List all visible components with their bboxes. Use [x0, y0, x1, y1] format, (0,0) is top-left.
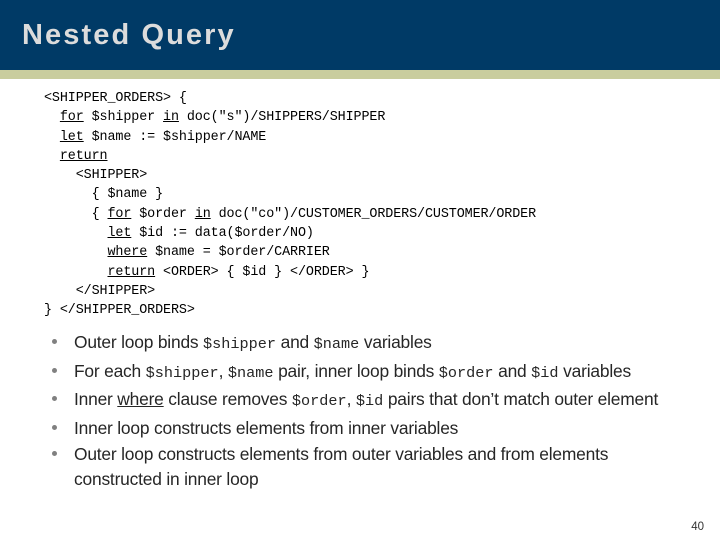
inline-text: variables — [359, 332, 432, 352]
header-accent-stripe — [0, 70, 720, 79]
inline-variable: $id — [531, 363, 559, 382]
code-text: <SHIPPER> — [44, 168, 148, 184]
code-text: } </SHIPPER_ORDERS> — [44, 303, 195, 319]
list-item: Outer loop constructs elements from oute… — [44, 442, 674, 491]
code-text: doc("co")/CUSTOMER_ORDERS/CUSTOMER/ORDER — [210, 206, 537, 222]
code-line: return <ORDER> { $id } </ORDER> } — [44, 263, 536, 282]
code-text: <SHIPPER_ORDERS> { — [44, 91, 187, 106]
inline-text: Outer loop binds — [74, 332, 204, 352]
code-line: let $id := data($order/NO) — [44, 224, 536, 243]
code-line: let $name := $shipper/NAME — [44, 128, 536, 147]
inline-text: clause removes — [163, 389, 292, 410]
inline-variable: $name — [313, 335, 360, 353]
code-line: <SHIPPER> — [44, 166, 536, 185]
code-text: $name := $shipper/NAME — [83, 129, 267, 145]
code-text: $id := data($order/NO) — [131, 226, 314, 242]
code-keyword: return — [107, 264, 156, 280]
code-keyword: for — [107, 206, 132, 222]
inline-text: pairs that don’t match outer element — [383, 389, 659, 410]
code-keyword: where — [107, 245, 148, 261]
bullet-dot-icon — [44, 442, 74, 457]
page-title: Nested Query — [22, 19, 236, 51]
code-text: $order — [131, 206, 195, 222]
bullet-dot-icon — [44, 387, 74, 402]
page-number: 40 — [691, 521, 704, 533]
list-item: Inner where clause removes $order, $id p… — [44, 387, 674, 414]
inline-variable: $order — [291, 392, 347, 411]
inline-variable: $name — [227, 363, 274, 382]
code-line: } </SHIPPER_ORDERS> — [44, 301, 536, 320]
inline-variable: $shipper — [203, 335, 276, 353]
code-line: where $name = $order/CARRIER — [44, 243, 536, 262]
list-item-label: Inner where clause removes $order, $id p… — [74, 387, 674, 414]
code-keyword: in — [163, 110, 179, 126]
code-line: return — [44, 147, 536, 166]
code-text: $name = $order/CARRIER — [147, 245, 330, 261]
inline-text: Inner — [74, 389, 118, 410]
inline-text: Inner loop constructs elements from inne… — [74, 417, 459, 438]
list-item: Outer loop binds $shipper and $name vari… — [44, 330, 674, 357]
code-text: doc("s")/SHIPPERS/SHIPPER — [178, 110, 386, 126]
code-line: { $name } — [44, 185, 536, 204]
bullet-dot-icon — [44, 359, 74, 373]
bullet-dot-icon — [44, 330, 74, 344]
code-line: </SHIPPER> — [44, 282, 536, 301]
code-keyword: return — [59, 148, 108, 164]
code-keyword: for — [59, 110, 84, 126]
code-keyword: in — [194, 206, 211, 222]
code-block: <SHIPPER_ORDERS> { for $shipper in doc("… — [44, 89, 536, 321]
code-keyword: let — [107, 226, 132, 242]
inline-text: For each — [74, 360, 146, 381]
list-item-label: Outer loop binds $shipper and $name vari… — [74, 330, 674, 357]
inline-text: Outer loop constructs elements from oute… — [74, 444, 609, 489]
code-line: <SHIPPER_ORDERS> { — [44, 89, 536, 108]
list-item: Inner loop constructs elements from inne… — [44, 416, 674, 441]
inline-variable: $shipper — [145, 363, 219, 382]
code-text: { $name } — [44, 187, 164, 203]
bullet-dot-icon — [44, 416, 74, 430]
inline-text: , — [218, 360, 228, 381]
inline-text: variables — [558, 360, 631, 381]
code-line: { for $order in doc("co")/CUSTOMER_ORDER… — [44, 205, 537, 224]
inline-text: and — [275, 332, 314, 352]
code-text: <ORDER> { $id } </ORDER> } — [155, 264, 370, 280]
inline-text: , — [346, 389, 356, 410]
list-item-label: Outer loop constructs elements from oute… — [74, 442, 674, 491]
inline-keyword: where — [117, 389, 164, 410]
code-text: { — [44, 206, 108, 222]
code-text: </SHIPPER> — [44, 283, 156, 299]
inline-text: pair, inner loop binds — [273, 360, 439, 381]
list-item: For each $shipper, $name pair, inner loo… — [44, 359, 674, 386]
inline-variable: $id — [355, 392, 384, 411]
inline-variable: $order — [438, 363, 494, 382]
bullet-list: Outer loop binds $shipper and $name vari… — [44, 330, 674, 494]
list-item-label: For each $shipper, $name pair, inner loo… — [74, 359, 674, 386]
code-keyword: let — [59, 129, 84, 145]
inline-text: and — [493, 360, 532, 381]
code-text: $shipper — [83, 110, 164, 126]
list-item-label: Inner loop constructs elements from inne… — [74, 416, 674, 441]
code-line: for $shipper in doc("s")/SHIPPERS/SHIPPE… — [44, 108, 536, 127]
